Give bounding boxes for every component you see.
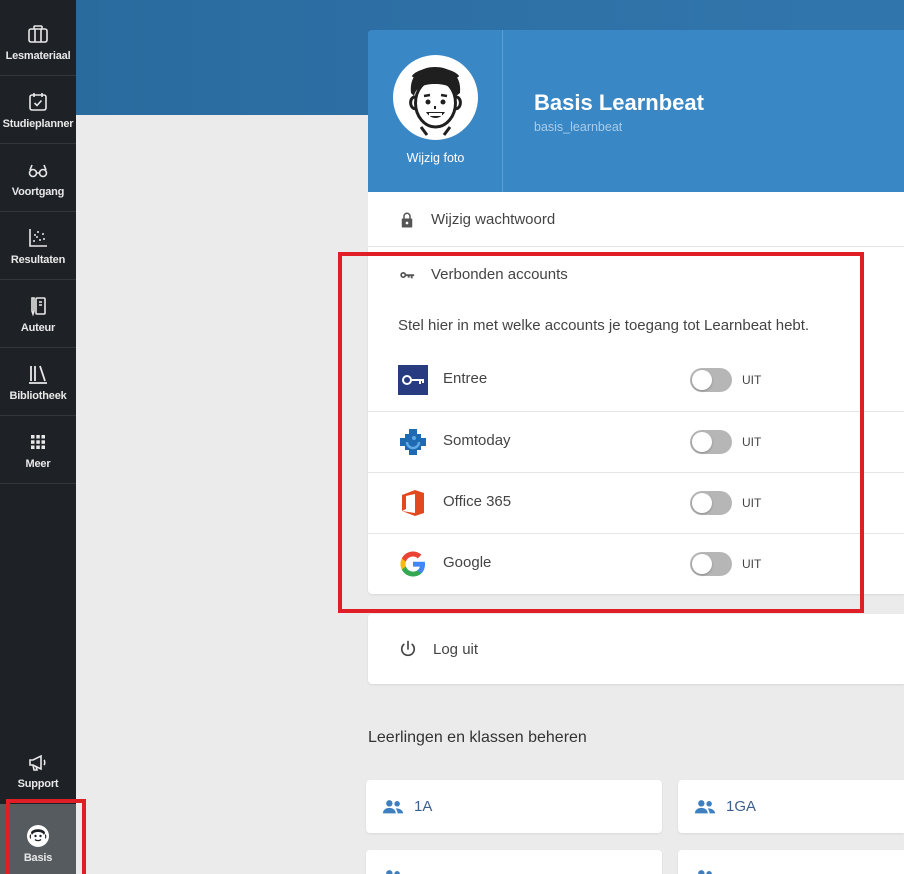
grid-icon bbox=[26, 430, 50, 454]
sidebar-item-voortgang[interactable]: Voortgang bbox=[0, 144, 76, 212]
profile-username: basis_learnbeat bbox=[534, 120, 623, 134]
megaphone-icon bbox=[26, 750, 50, 774]
change-password-row[interactable]: Wijzig wachtwoord bbox=[368, 192, 904, 247]
class-label: 1GA bbox=[726, 798, 757, 815]
class-card[interactable] bbox=[678, 850, 904, 874]
sidebar-item-label: Voortgang bbox=[11, 186, 65, 198]
highlight-box-basis bbox=[6, 799, 86, 874]
sidebar-item-support[interactable]: Support bbox=[0, 736, 76, 804]
class-label: 1A bbox=[414, 798, 433, 815]
group-icon bbox=[694, 867, 716, 874]
logout-row[interactable]: Log uit bbox=[368, 614, 904, 684]
calendar-check-icon bbox=[26, 90, 50, 114]
briefcase-icon bbox=[26, 22, 50, 46]
sidebar-item-label: Support bbox=[17, 778, 59, 790]
sidebar-item-label: Lesmateriaal bbox=[5, 50, 71, 62]
change-password-button[interactable]: Wijzig wachtwoord bbox=[398, 192, 555, 247]
sidebar-item-lesmateriaal[interactable]: Lesmateriaal bbox=[0, 8, 76, 76]
profile-photo-section: Wijzig foto bbox=[368, 30, 503, 192]
sidebar-item-meer[interactable]: Meer bbox=[0, 416, 76, 484]
glasses-icon bbox=[26, 158, 50, 182]
profile-name: Basis Learnbeat bbox=[534, 90, 704, 115]
class-card[interactable] bbox=[366, 850, 662, 874]
logout-button[interactable]: Log uit bbox=[398, 614, 478, 684]
group-icon bbox=[694, 797, 716, 817]
power-icon bbox=[398, 639, 418, 659]
sidebar-item-label: Meer bbox=[25, 458, 51, 470]
pen-book-icon bbox=[26, 294, 50, 318]
sidebar-item-label: Resultaten bbox=[10, 254, 66, 266]
class-card-1a[interactable]: 1A bbox=[366, 780, 662, 833]
sidebar-item-label: Auteur bbox=[20, 322, 56, 334]
class-card-1ga[interactable]: 1GA bbox=[678, 780, 904, 833]
sidebar-item-auteur[interactable]: Auteur bbox=[0, 280, 76, 348]
lock-icon bbox=[398, 211, 416, 229]
profile-header: Wijzig foto Basis Learnbeat basis_learnb… bbox=[368, 30, 904, 192]
logout-label: Log uit bbox=[433, 640, 479, 658]
change-password-label: Wijzig wachtwoord bbox=[431, 211, 556, 228]
highlight-box-accounts bbox=[338, 252, 864, 613]
scatter-chart-icon bbox=[26, 226, 50, 250]
group-icon bbox=[382, 797, 404, 817]
sidebar: Lesmateriaal Studieplanner Voortgang Res… bbox=[0, 0, 76, 874]
group-icon bbox=[382, 867, 404, 874]
sidebar-item-label: Studieplanner bbox=[2, 118, 74, 130]
avatar[interactable] bbox=[393, 55, 478, 140]
library-icon bbox=[26, 362, 50, 386]
classes-section-title: Leerlingen en klassen beheren bbox=[368, 729, 587, 746]
sidebar-item-bibliotheek[interactable]: Bibliotheek bbox=[0, 348, 76, 416]
change-photo-link[interactable]: Wijzig foto bbox=[368, 151, 503, 165]
sidebar-item-resultaten[interactable]: Resultaten bbox=[0, 212, 76, 280]
sidebar-item-label: Bibliotheek bbox=[9, 390, 67, 402]
sidebar-item-studieplanner[interactable]: Studieplanner bbox=[0, 76, 76, 144]
